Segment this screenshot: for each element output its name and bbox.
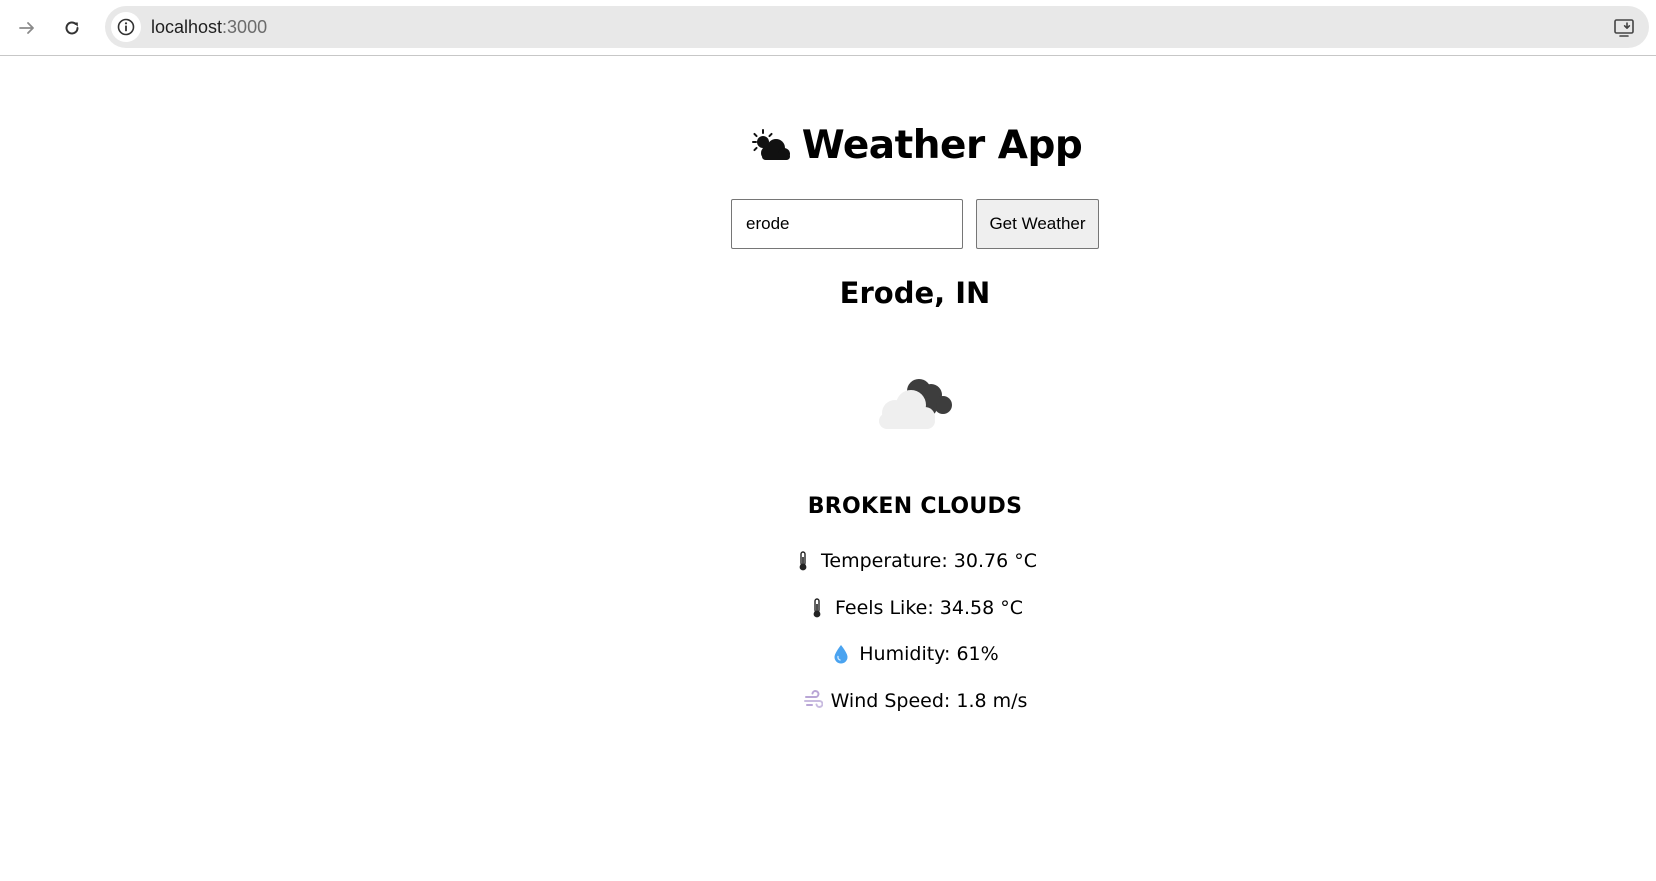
browser-toolbar: localhost:3000 — [0, 0, 1656, 56]
reload-icon — [65, 21, 79, 35]
wind-icon — [803, 690, 823, 708]
droplet-icon — [834, 645, 848, 664]
install-app-button[interactable] — [1611, 15, 1637, 41]
page-viewport: Weather App Get Weather Erode, IN — [0, 57, 1656, 881]
forward-button[interactable] — [9, 10, 45, 46]
weather-description: BROKEN CLOUDS — [807, 494, 1023, 519]
install-app-icon — [1614, 19, 1634, 37]
city-input[interactable] — [731, 199, 963, 249]
temperature-text: Temperature: 30.76 °C — [821, 550, 1037, 572]
arrow-right-icon — [19, 22, 34, 34]
humidity-row: Humidity: 61% — [0, 641, 1656, 667]
search-form: Get Weather — [731, 199, 1099, 249]
city-name: Erode, IN — [839, 276, 991, 310]
wind-speed-row: Wind Speed: 1.8 m/s — [0, 688, 1656, 714]
page-title: Weather App — [0, 122, 1656, 170]
info-icon — [117, 18, 135, 36]
feels-like-row: Feels Like: 34.58 °C — [0, 595, 1656, 621]
url-host: localhost — [151, 17, 223, 37]
site-info-button[interactable] — [111, 12, 141, 42]
weather-condition-image — [867, 367, 963, 439]
broken-clouds-icon — [879, 379, 952, 429]
feels-like-text: Feels Like: 34.58 °C — [834, 597, 1023, 619]
url-text[interactable]: localhost:3000 — [151, 6, 267, 48]
url-port: :3000 — [222, 17, 268, 37]
sun-behind-cloud-icon — [751, 129, 790, 160]
get-weather-button[interactable]: Get Weather — [976, 199, 1099, 249]
humidity-text: Humidity: 61% — [859, 643, 999, 665]
title-text: Weather App — [801, 123, 1083, 168]
address-bar[interactable]: localhost:3000 — [105, 6, 1649, 48]
wind-speed-text: Wind Speed: 1.8 m/s — [830, 690, 1028, 712]
temperature-row: Temperature: 30.76 °C — [0, 548, 1656, 574]
thermometer-icon — [813, 598, 821, 618]
reload-button[interactable] — [54, 10, 90, 46]
thermometer-icon — [799, 551, 807, 571]
